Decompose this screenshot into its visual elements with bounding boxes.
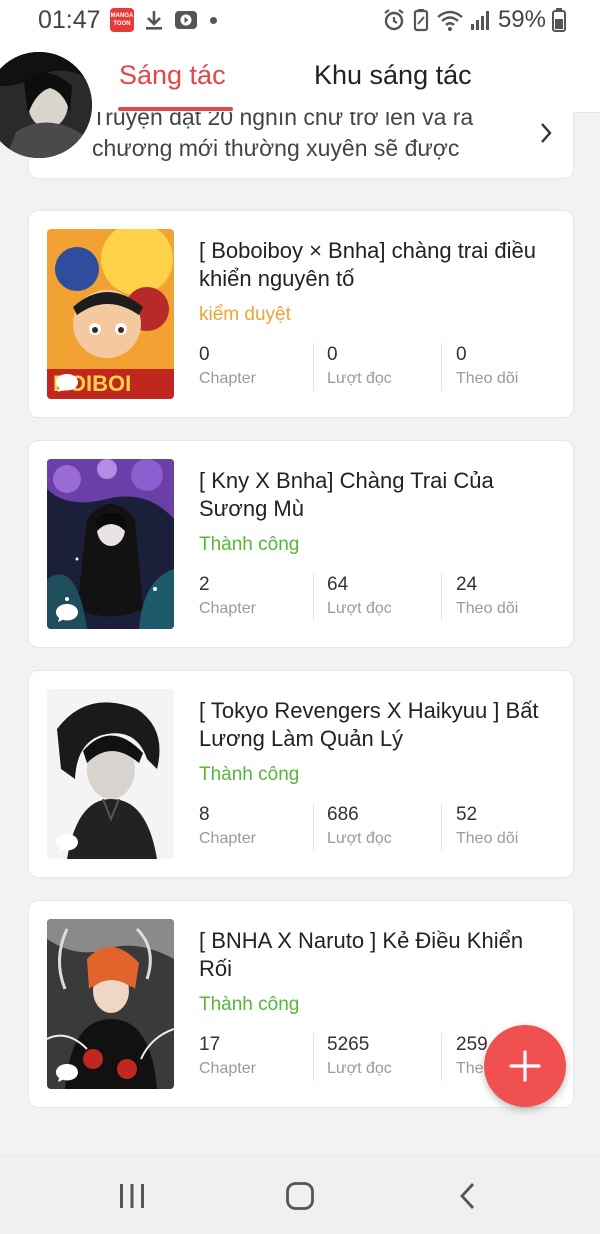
tab-sang-tac[interactable]: Sáng tác (119, 60, 226, 91)
stat-chapters: 17 Chapter (199, 1034, 256, 1077)
comment-icon (56, 604, 78, 622)
story-card[interactable]: BOIBOI [ Boboiboy × Bnha] chàng trai điề… (28, 210, 574, 418)
chevron-right-icon (541, 123, 552, 143)
story-card[interactable]: [ Kny X Bnha] Chàng Trai Của Sương Mù Th… (28, 440, 574, 648)
youtube-icon (174, 8, 198, 32)
story-cover (47, 459, 174, 629)
recent-apps-button[interactable] (112, 1178, 152, 1214)
stat-divider (313, 573, 314, 621)
stat-divider (441, 803, 442, 851)
back-icon (460, 1183, 475, 1209)
plus-icon (509, 1050, 541, 1082)
battery-saver-icon (413, 9, 429, 32)
stat-reads: 0 Lượt đọc (327, 344, 392, 387)
story-title: [ Tokyo Revengers X Haikyuu ] Bất Lương … (199, 698, 539, 751)
story-cover: BOIBOI (47, 229, 174, 399)
download-icon (142, 8, 166, 32)
notice-text: Truyện đạt 20 nghìn chữ trở lên và ra ch… (92, 112, 474, 161)
mangatoon-icon: MANGA TOON (110, 8, 134, 32)
stat-divider (313, 1033, 314, 1081)
active-tab-indicator (118, 107, 233, 111)
story-status: Thành công (199, 764, 300, 785)
stat-chapters: 0 Chapter (199, 344, 256, 387)
story-title: [ Kny X Bnha] Chàng Trai Của Sương Mù (199, 468, 494, 521)
stat-reads: 686 Lượt đọc (327, 804, 392, 847)
battery-icon (552, 8, 566, 32)
story-cover (47, 689, 174, 859)
stat-divider (441, 1033, 442, 1081)
comment-icon (56, 374, 78, 392)
story-cover (47, 919, 174, 1089)
alarm-icon (384, 9, 404, 31)
battery-percent: 59% (497, 6, 546, 33)
stat-divider (441, 573, 442, 621)
stat-reads: 5265 Lượt đọc (327, 1034, 392, 1077)
status-bar: 01:47 MANGA TOON 59% (0, 0, 600, 44)
comment-icon (56, 1064, 78, 1082)
wifi-icon (437, 10, 463, 31)
story-title: [ Boboiboy × Bnha] chàng trai điều khiển… (199, 238, 536, 291)
more-notifications-icon (210, 16, 217, 24)
recent-apps-icon (120, 1184, 144, 1208)
add-story-button[interactable] (484, 1025, 566, 1107)
stat-divider (313, 803, 314, 851)
stat-follows: 52 Theo dõi (456, 804, 519, 847)
story-status: kiểm duyệt (199, 304, 291, 325)
stat-chapters: 2 Chapter (199, 574, 256, 617)
story-status: Thành công (199, 994, 300, 1015)
comment-icon (56, 834, 78, 852)
story-title: [ BNHA X Naruto ] Kẻ Điều Khiển Rối (199, 928, 524, 981)
status-time: 01:47 (38, 6, 101, 34)
system-nav-bar (0, 1155, 600, 1234)
stat-follows: 0 Theo dõi (456, 344, 519, 387)
signal-icon (470, 11, 489, 30)
story-status: Thành công (199, 534, 300, 555)
stat-chapters: 8 Chapter (199, 804, 256, 847)
tab-khu-sang-tac[interactable]: Khu sáng tác (314, 60, 472, 91)
creation-notice-card[interactable]: Truyện đạt 20 nghìn chữ trở lên và ra ch… (28, 112, 574, 179)
stat-divider (313, 343, 314, 391)
stat-reads: 64 Lượt đọc (327, 574, 392, 617)
stat-divider (441, 343, 442, 391)
back-button[interactable] (448, 1178, 488, 1214)
home-button[interactable] (280, 1178, 320, 1214)
story-card[interactable]: [ Tokyo Revengers X Haikyuu ] Bất Lương … (28, 670, 574, 878)
home-icon (286, 1182, 314, 1210)
stat-follows: 24 Theo dõi (456, 574, 519, 617)
